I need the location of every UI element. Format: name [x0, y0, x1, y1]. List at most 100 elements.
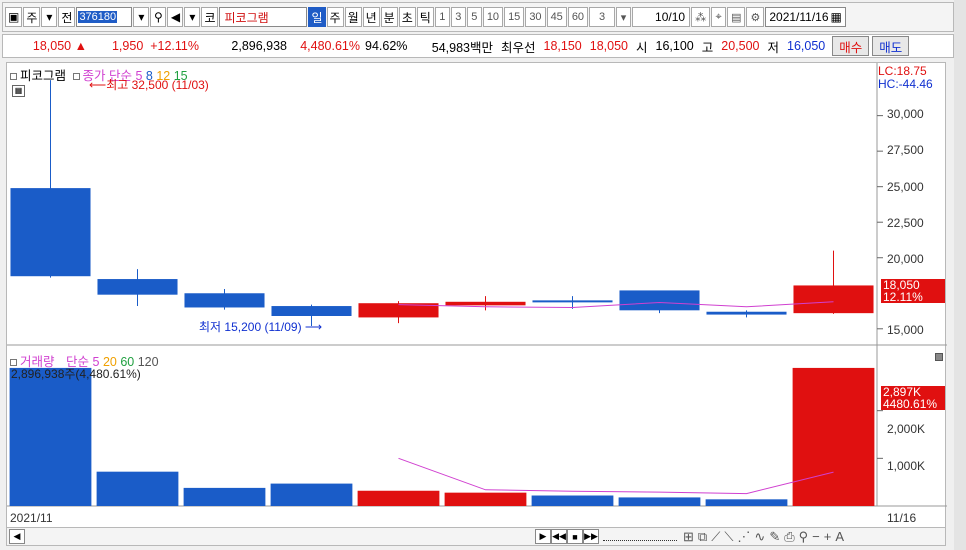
price-change: 1,950 +12.11% [111, 39, 199, 53]
dropdown-icon[interactable]: ▾ [41, 7, 58, 27]
current-rate-label: 12.11% [881, 291, 945, 303]
candle-body-11/11 [532, 300, 613, 303]
price-tick-15000: 15,000 [887, 323, 924, 337]
print-icon[interactable]: ⎙ [782, 529, 796, 545]
fib-icon[interactable]: ⋰ [735, 529, 752, 545]
trend-icon[interactable]: ⟋ [709, 529, 722, 545]
price-tick-20000: 20,000 [887, 252, 924, 266]
copy-icon[interactable]: ⧉ [696, 529, 709, 545]
unit-dropdown-icon[interactable]: ▾ [616, 7, 632, 27]
stock-name-field[interactable]: 피코그램 [219, 7, 308, 27]
chart-window: ▣ 주 ▾ 전 376180 ▾ ⚲ ◀ ▾ 코 피코그램 일 주 월 년 분 … [0, 0, 966, 550]
turnover-rate: 94.62% [365, 39, 408, 53]
gear-icon[interactable]: ⚙ [746, 7, 765, 27]
date-value: 2021/11/16 [769, 10, 829, 24]
data-counter[interactable]: 10/10 [632, 7, 691, 27]
font-icon[interactable]: A [833, 529, 846, 544]
best-bid: 18,050 [589, 39, 628, 53]
minute-option-60[interactable]: 60 [567, 7, 589, 27]
previous-button[interactable]: 전 [58, 7, 76, 27]
low-price: 16,050 [787, 39, 826, 53]
period-tick[interactable]: 틱 [416, 7, 434, 27]
side-scrollbar[interactable] [954, 0, 966, 550]
code-dropdown-icon[interactable]: ▾ [133, 7, 150, 27]
layout-icon[interactable]: ⊞ [681, 529, 696, 545]
sell-button[interactable]: 매도 [872, 36, 910, 56]
current-price: 18,050 ▲ [32, 39, 87, 53]
date-field[interactable]: 2021/11/16 ▦ [765, 7, 846, 27]
hc-label: HC:-44.46 [878, 77, 933, 91]
market-button[interactable]: 코 [201, 7, 219, 27]
min-label: 최저 15,200 (11/09) ⟶ [199, 320, 323, 334]
calendar-icon[interactable]: ▦ [831, 10, 842, 24]
period-month[interactable]: 월 [344, 7, 362, 27]
best-label: 최우선 [501, 40, 536, 55]
volume-bar-11/16 [792, 367, 875, 506]
scroll-left-icon[interactable]: ◀ [9, 529, 25, 544]
candle-body-11/10 [445, 301, 526, 306]
save-icon[interactable]: ▤ [727, 7, 746, 27]
candle-body-11/08 [271, 306, 352, 316]
vol-tick-1000k: 1,000K [887, 459, 926, 473]
x-start-label: 2021/11 [10, 511, 53, 525]
forward-icon[interactable]: ▶▶ [583, 529, 599, 544]
chart-canvas[interactable] [7, 63, 947, 537]
price-tick-27500: 27,500 [887, 143, 924, 157]
minute-option-1[interactable]: 1 [434, 7, 450, 27]
period-year[interactable]: 년 [362, 7, 380, 27]
speed-slider[interactable] [603, 532, 677, 541]
minute-option-5[interactable]: 5 [466, 7, 482, 27]
window-icon[interactable]: ▣ [5, 7, 23, 27]
minute-option-15[interactable]: 15 [504, 7, 525, 27]
period-second[interactable]: 초 [398, 7, 416, 27]
period-day-button[interactable]: 일 [308, 7, 326, 27]
price-tick-30000: 30,000 [887, 107, 924, 121]
minute-option-45[interactable]: 45 [546, 7, 567, 27]
volume-bar-11/15 [705, 499, 788, 506]
zoom-search-icon[interactable]: ⚲ [797, 529, 811, 545]
search-icon[interactable]: ⚲ [150, 7, 167, 27]
period-minute[interactable]: 분 [380, 7, 398, 27]
period-week-button[interactable]: 주 [23, 7, 41, 27]
volume-bar-11/11 [531, 495, 614, 506]
minute-option-10[interactable]: 10 [482, 7, 504, 27]
play-icon[interactable]: ▶ [535, 529, 551, 544]
stock-code-input[interactable]: 376180 [76, 7, 133, 27]
minute-option-30[interactable]: 30 [525, 7, 546, 27]
open-label: 시 [635, 40, 648, 55]
price-tick-25000: 25,000 [887, 180, 924, 194]
wave-icon[interactable]: ∿ [752, 529, 767, 545]
stock-legend-label[interactable]: 피코그램 [20, 69, 66, 83]
volume-bar-11/05 [183, 487, 266, 506]
trade-amount: 54,983백만 [431, 40, 493, 55]
current-volume-rate-label: 4480.61% [881, 398, 945, 410]
period-week[interactable]: 주 [326, 7, 344, 27]
lc-label: LC:18.75 [878, 64, 927, 78]
zoom-in-icon[interactable]: + [822, 529, 834, 544]
indicator-icon[interactable]: ⁂ [691, 7, 711, 27]
volume-bar-11/08 [270, 483, 353, 506]
candle-body-11/16 [793, 285, 874, 314]
stock-code-value: 376180 [78, 11, 118, 23]
draw-icon[interactable]: ✎ [767, 529, 782, 545]
stop-icon[interactable]: ■ [567, 529, 583, 544]
speaker-icon[interactable]: ◀ [167, 7, 184, 27]
volume-ma5-line [398, 457, 834, 495]
volume-bar-11/04 [96, 471, 179, 506]
panel-close-icon[interactable] [935, 353, 943, 361]
arrow-icon[interactable]: ▾ [184, 7, 201, 27]
candle-body-11/04 [97, 279, 178, 295]
scroll-toolbar: ◀ ▶ ◀◀ ■ ▶▶ ⊞ ⧉ ⟋ ⟍ ⋰ ∿ ✎ ⎙ ⚲ − + A [6, 527, 946, 546]
minute-option-3[interactable]: 3 [450, 7, 466, 27]
line-icon[interactable]: ⟍ [722, 529, 735, 545]
ma-legend-box-icon [72, 73, 80, 81]
buy-button[interactable]: 매수 [832, 36, 870, 56]
rewind-icon[interactable]: ◀◀ [551, 529, 567, 544]
chart-area[interactable]: 피코그램 종가 단순 5 8 12 15 ▦ ⟵최고 32,500 (11/03… [6, 62, 947, 537]
zoom-icon[interactable]: ⌖ [711, 7, 727, 27]
vol-tick-2000k: 2,000K [887, 422, 926, 436]
open-price: 16,100 [655, 39, 694, 53]
zoom-out-icon[interactable]: − [810, 529, 822, 544]
unit-select[interactable]: 3 [589, 7, 616, 27]
grid-toggle-icon[interactable]: ▦ [12, 85, 25, 97]
